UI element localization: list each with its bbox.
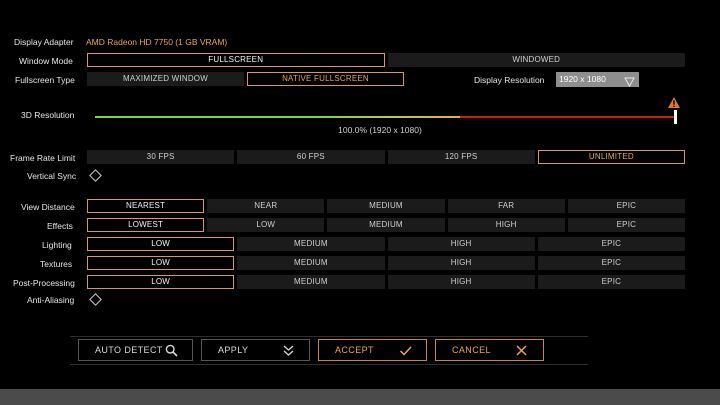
auto-detect-button[interactable]: AUTO DETECT [78, 339, 193, 361]
lighting-label: Lighting [42, 240, 72, 250]
display-resolution-dropdown[interactable]: 1920 x 1080 [556, 72, 639, 88]
lighting-option-0[interactable]: LOW [87, 237, 235, 251]
frame-rate-limit-label: Frame Rate Limit [10, 153, 76, 163]
frame-rate-option-2[interactable]: 120 FPS [387, 150, 535, 164]
vertical-sync-checkbox[interactable] [89, 169, 102, 182]
view-distance-option-0[interactable]: NEAREST [87, 199, 205, 213]
fullscreen-type-label: Fullscreen Type [15, 75, 75, 85]
view-distance-label: View Distance [21, 202, 75, 212]
accept-button[interactable]: ACCEPT [318, 339, 427, 361]
magnifier-icon [165, 344, 178, 357]
auto-detect-label: AUTO DETECT [95, 345, 163, 355]
apply-label: APPLY [218, 345, 249, 355]
effects-option-2[interactable]: MEDIUM [327, 218, 445, 232]
effects-label: Effects [47, 221, 73, 231]
buttons-divider-top [70, 336, 588, 337]
display-resolution-label: Display Resolution [474, 75, 545, 85]
post-processing-option-0[interactable]: LOW [87, 275, 235, 289]
checkmark-icon [399, 344, 412, 357]
view-distance-option-3[interactable]: FAR [447, 199, 565, 213]
window-mode-option-1[interactable]: WINDOWED [387, 53, 685, 67]
3d-resolution-label: 3D Resolution [21, 110, 75, 120]
window-mode-option-0[interactable]: FULLSCREEN [87, 53, 385, 67]
textures-option-1[interactable]: MEDIUM [237, 256, 385, 270]
effects-option-0[interactable]: LOWEST [87, 218, 205, 232]
textures-option-3[interactable]: EPIC [537, 256, 685, 270]
display-resolution-value: 1920 x 1080 [559, 74, 606, 84]
vertical-sync-label: Vertical Sync [27, 171, 77, 181]
accept-label: ACCEPT [335, 345, 374, 355]
textures-option-0[interactable]: LOW [87, 256, 235, 270]
view-distance-option-1[interactable]: NEAR [207, 199, 325, 213]
window-mode-label: Window Mode [19, 56, 73, 66]
display-adapter-label: Display Adapter [14, 37, 74, 47]
resolution-track-green [95, 116, 460, 118]
fullscreen-type-option-0[interactable]: MAXIMIZED WINDOW [87, 72, 244, 86]
view-distance-option-2[interactable]: MEDIUM [327, 199, 445, 213]
cancel-button[interactable]: CANCEL [435, 339, 544, 361]
post-processing-label: Post-Processing [13, 278, 75, 288]
cancel-label: CANCEL [452, 345, 491, 355]
double-chevron-down-icon [282, 344, 295, 357]
post-processing-option-3[interactable]: EPIC [537, 275, 685, 289]
anti-aliasing-label: Anti-Aliasing [27, 295, 75, 305]
effects-option-4[interactable]: EPIC [567, 218, 685, 232]
lighting-option-3[interactable]: EPIC [537, 237, 685, 251]
frame-rate-option-3[interactable]: UNLIMITED [537, 150, 685, 164]
post-processing-option-2[interactable]: HIGH [387, 275, 535, 289]
frame-rate-option-0[interactable]: 30 FPS [87, 150, 235, 164]
display-adapter-value: AMD Radeon HD 7750 (1 GB VRAM) [86, 37, 228, 47]
lighting-option-1[interactable]: MEDIUM [237, 237, 385, 251]
x-icon [515, 344, 528, 357]
anti-aliasing-checkbox[interactable] [89, 293, 102, 306]
effects-option-3[interactable]: HIGH [447, 218, 565, 232]
resolution-readout: 100.0% (1920 x 1080) [338, 125, 422, 135]
bottom-bar [0, 389, 720, 405]
warning-triangle-icon [667, 96, 681, 114]
resolution-track-red [460, 116, 676, 118]
lighting-option-2[interactable]: HIGH [387, 237, 535, 251]
frame-rate-option-1[interactable]: 60 FPS [237, 150, 385, 164]
textures-label: Textures [40, 259, 73, 269]
fullscreen-type-option-1[interactable]: NATIVE FULLSCREEN [247, 72, 404, 86]
post-processing-option-1[interactable]: MEDIUM [237, 275, 385, 289]
triangle-down-icon [624, 74, 635, 92]
effects-option-1[interactable]: LOW [207, 218, 325, 232]
buttons-divider-bottom [70, 364, 588, 365]
view-distance-option-4[interactable]: EPIC [567, 199, 685, 213]
apply-button[interactable]: APPLY [201, 339, 310, 361]
textures-option-2[interactable]: HIGH [387, 256, 535, 270]
